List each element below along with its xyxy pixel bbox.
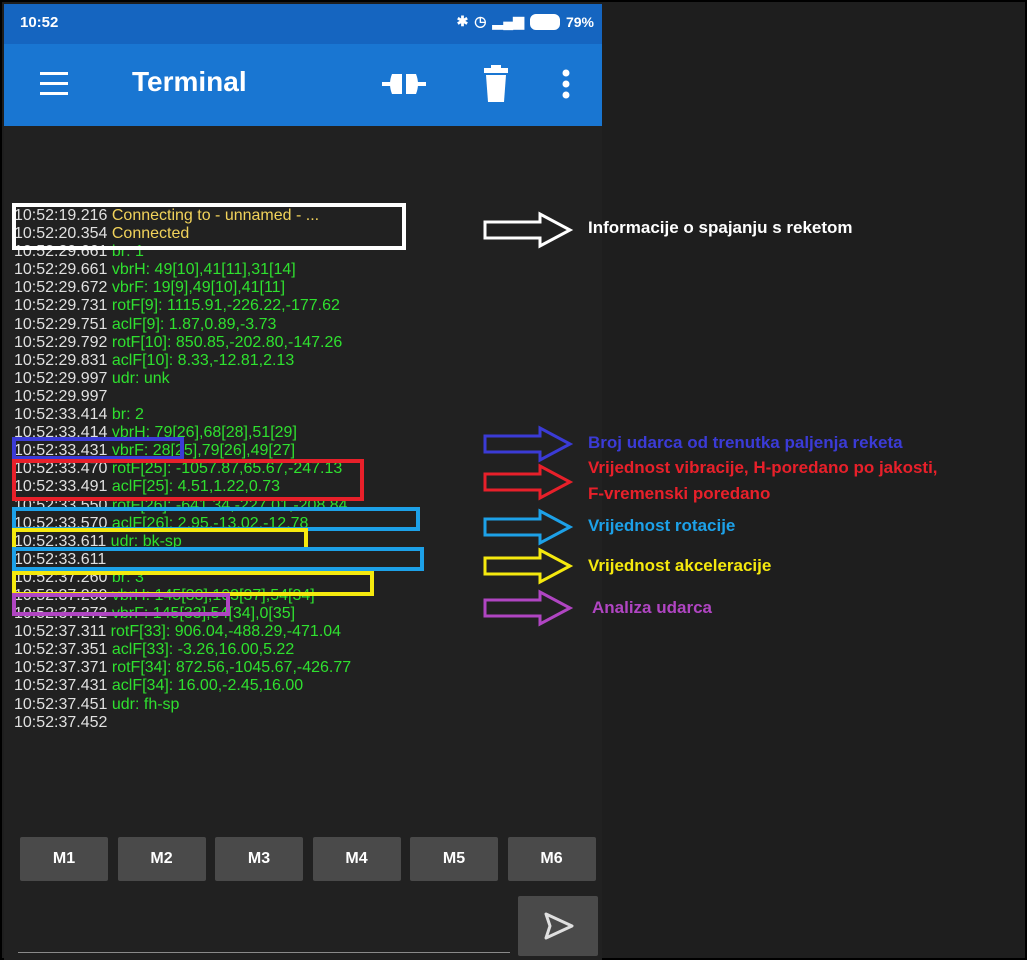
log-message: vbrH: 49[10],41[11],31[14] <box>107 261 296 279</box>
macro-button-m4[interactable]: M4 <box>312 837 401 881</box>
log-line: 10:52:29.997 <box>14 388 594 406</box>
log-timestamp: 10:52:29.731 <box>14 297 108 315</box>
log-timestamp: 10:52:33.414 <box>14 406 108 424</box>
arrow-right-icon <box>483 463 574 501</box>
log-line: 10:52:29.831 aclF[10]: 8.33,-12.81,2.13 <box>14 352 594 370</box>
status-time: 10:52 <box>20 14 59 31</box>
highlight-stroke-analysis <box>12 593 230 616</box>
legend-stroke-count: Broj udarca od trenutka paljenja reketa <box>588 433 903 452</box>
log-message: br: 2 <box>107 406 144 424</box>
log-line: 10:52:37.351 aclF[33]: -3.26,16.00,5.22 <box>14 641 594 659</box>
log-timestamp: 10:52:29.751 <box>14 315 108 333</box>
log-message: rotF[9]: 1115.91,-226.22,-177.62 <box>107 297 340 315</box>
log-line: 10:52:29.792 rotF[10]: 850.85,-202.80,-1… <box>14 334 594 352</box>
bluetooth-icon: ✱ <box>456 13 469 29</box>
macro-button-m5[interactable]: M5 <box>410 837 498 881</box>
log-timestamp: 10:52:29.997 <box>14 387 108 405</box>
log-line: 10:52:29.731 rotF[9]: 1115.91,-226.22,-1… <box>14 297 594 315</box>
send-icon <box>544 912 574 940</box>
legend-vibration-line1: Vrijednost vibracije, H-poredano po jako… <box>588 458 938 477</box>
legend-rotation: Vrijednost rotacije <box>588 516 736 535</box>
menu-icon[interactable] <box>40 71 68 97</box>
macro-button-m1[interactable]: M1 <box>20 837 108 881</box>
log-timestamp: 10:52:37.371 <box>14 659 108 677</box>
macro-button-row: M1 M2 M3 M4 M5 M6 <box>20 837 600 881</box>
battery-icon <box>529 13 560 30</box>
send-button[interactable] <box>518 896 598 956</box>
legend-connection: Informacije o spajanju s reketom <box>588 218 853 237</box>
legend-vibration-line2: F-vremenski poredano <box>588 484 771 503</box>
log-timestamp: 10:52:29.831 <box>14 351 108 369</box>
highlight-connection <box>12 203 406 250</box>
legend-stroke-analysis: Analiza udarca <box>592 598 712 617</box>
app-bar: Terminal <box>4 44 602 126</box>
log-timestamp: 10:52:37.351 <box>14 641 108 659</box>
annotated-screenshot-frame: 10:52 ✱ ◷ ▂▄▆ 79% Terminal 10:52:19.216 … <box>0 0 1027 960</box>
highlight-vibration <box>12 459 364 501</box>
alarm-icon: ◷ <box>474 13 487 29</box>
log-timestamp: 10:52:29.997 <box>14 369 108 387</box>
log-timestamp: 10:52:29.792 <box>14 333 108 351</box>
log-line: 10:52:29.751 aclF[9]: 1.87,0.89,-3.73 <box>14 316 594 334</box>
log-line: 10:52:37.452 <box>14 714 594 732</box>
log-message: aclF[33]: -3.26,16.00,5.22 <box>107 641 295 659</box>
log-timestamp: 10:52:29.661 <box>14 261 108 279</box>
signal-icon: ▂▄▆ <box>492 13 524 29</box>
log-message: udr: unk <box>107 369 170 387</box>
legend-acceleration: Vrijednost akceleracije <box>588 556 772 575</box>
log-timestamp: 10:52:37.452 <box>14 713 108 731</box>
log-timestamp: 10:52:37.431 <box>14 677 108 695</box>
log-line: 10:52:29.672 vbrF: 19[9],49[10],41[11] <box>14 279 594 297</box>
log-timestamp: 10:52:37.451 <box>14 695 108 713</box>
log-timestamp: 10:52:29.672 <box>14 279 108 297</box>
log-message: aclF[9]: 1.87,0.89,-3.73 <box>107 315 277 333</box>
arrow-right-icon <box>483 547 574 585</box>
macro-button-m2[interactable]: M2 <box>117 837 206 881</box>
macro-button-m3[interactable]: M3 <box>215 837 303 881</box>
macro-button-m6[interactable]: M6 <box>507 837 596 881</box>
log-message: rotF[33]: 906.04,-488.29,-471.04 <box>106 623 342 641</box>
status-icons: ✱ ◷ ▂▄▆ 79% <box>457 13 594 30</box>
log-message: vbrF: 19[9],49[10],41[11] <box>107 279 286 297</box>
log-line: 10:52:29.661 vbrH: 49[10],41[11],31[14] <box>14 261 594 279</box>
input-row <box>4 892 602 960</box>
log-message: rotF[10]: 850.85,-202.80,-147.26 <box>107 333 343 351</box>
log-line: 10:52:33.414 br: 2 <box>14 406 594 424</box>
highlight-stroke-count <box>12 437 184 460</box>
status-bar: 10:52 ✱ ◷ ▂▄▆ 79% <box>4 4 602 44</box>
log-message: aclF[10]: 8.33,-12.81,2.13 <box>107 351 295 369</box>
arrow-right-icon <box>483 589 574 627</box>
arrow-right-icon <box>483 211 574 249</box>
log-message: rotF[34]: 872.56,-1045.67,-426.77 <box>107 659 352 677</box>
log-line: 10:52:37.451 udr: fh-sp <box>14 696 594 714</box>
log-line: 10:52:37.371 rotF[34]: 872.56,-1045.67,-… <box>14 659 594 677</box>
trash-icon[interactable] <box>482 64 510 104</box>
log-line: 10:52:29.997 udr: unk <box>14 370 594 388</box>
battery-percent: 79% <box>565 13 594 30</box>
more-icon[interactable] <box>556 66 576 102</box>
highlight-rotation-2 <box>12 547 424 571</box>
log-timestamp: 10:52:37.311 <box>14 623 107 641</box>
log-message: udr: fh-sp <box>107 695 180 713</box>
log-message: aclF[34]: 16.00,-2.45,16.00 <box>107 677 304 695</box>
arrow-right-icon <box>483 508 574 546</box>
app-title: Terminal <box>132 66 247 97</box>
arrow-right-icon <box>483 425 574 463</box>
send-text-input[interactable] <box>18 902 510 953</box>
log-line: 10:52:37.431 aclF[34]: 16.00,-2.45,16.00 <box>14 677 594 695</box>
plug-icon[interactable] <box>380 66 428 102</box>
